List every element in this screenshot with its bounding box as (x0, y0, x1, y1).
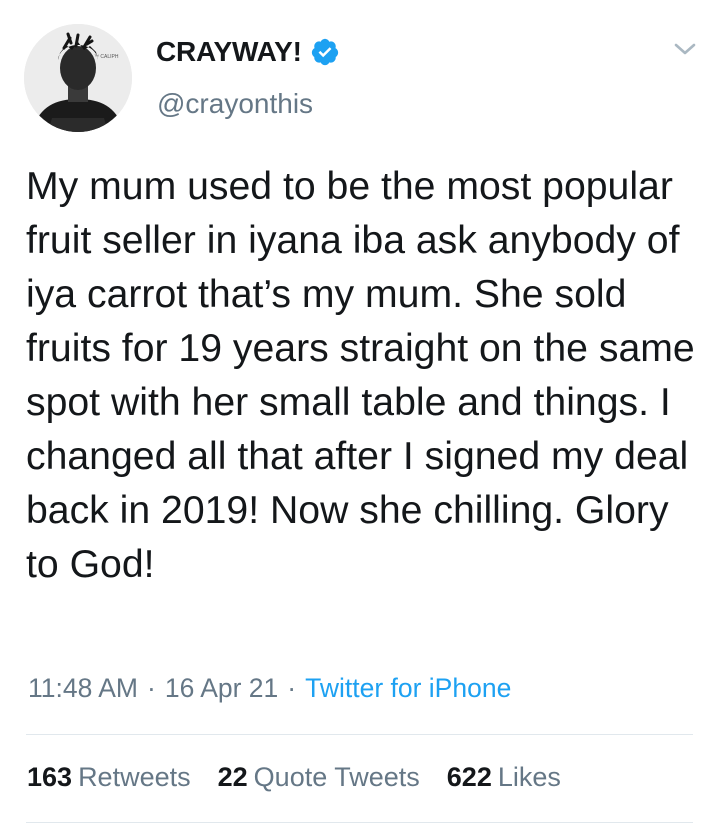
retweets-count: 163 (27, 762, 73, 792)
quote-tweets-count: 22 (217, 762, 248, 792)
tweet-time[interactable]: 11:48 AM (28, 673, 138, 703)
retweets-label: Retweets (78, 762, 191, 792)
verified-badge-icon (311, 38, 338, 66)
author-name-row[interactable]: CRAYWAY! (156, 36, 340, 68)
chevron-down-icon[interactable] (672, 40, 698, 58)
author-handle[interactable]: @crayonthis (157, 88, 313, 120)
divider (26, 822, 693, 823)
likes-label: Likes (497, 762, 561, 792)
quote-tweets-stat[interactable]: 22 Quote Tweets (218, 762, 420, 793)
retweets-stat[interactable]: 163 Retweets (27, 762, 191, 793)
tweet-stats: 163 Retweets 22 Quote Tweets 622 Likes (27, 762, 561, 793)
divider (26, 734, 693, 735)
tweet-text: My mum used to be the most popular fruit… (26, 165, 695, 586)
likes-stat[interactable]: 622 Likes (447, 762, 561, 793)
shirt-logo-text: ™ CALIPH (94, 54, 119, 60)
author-display-name[interactable]: CRAYWAY! (156, 36, 302, 68)
avatar[interactable]: ™ CALIPH (24, 24, 132, 132)
likes-count: 622 (446, 762, 492, 792)
tweet-meta: 11:48 AM · 16 Apr 21 · Twitter for iPhone (28, 673, 511, 704)
tweet-source-link[interactable]: Twitter for iPhone (305, 673, 511, 703)
meta-separator: · (287, 673, 297, 703)
tweet-date[interactable]: 16 Apr 21 (165, 673, 278, 703)
meta-separator: · (147, 673, 156, 703)
quote-tweets-label: Quote Tweets (253, 762, 420, 792)
avatar-photo: ™ CALIPH (24, 24, 132, 132)
